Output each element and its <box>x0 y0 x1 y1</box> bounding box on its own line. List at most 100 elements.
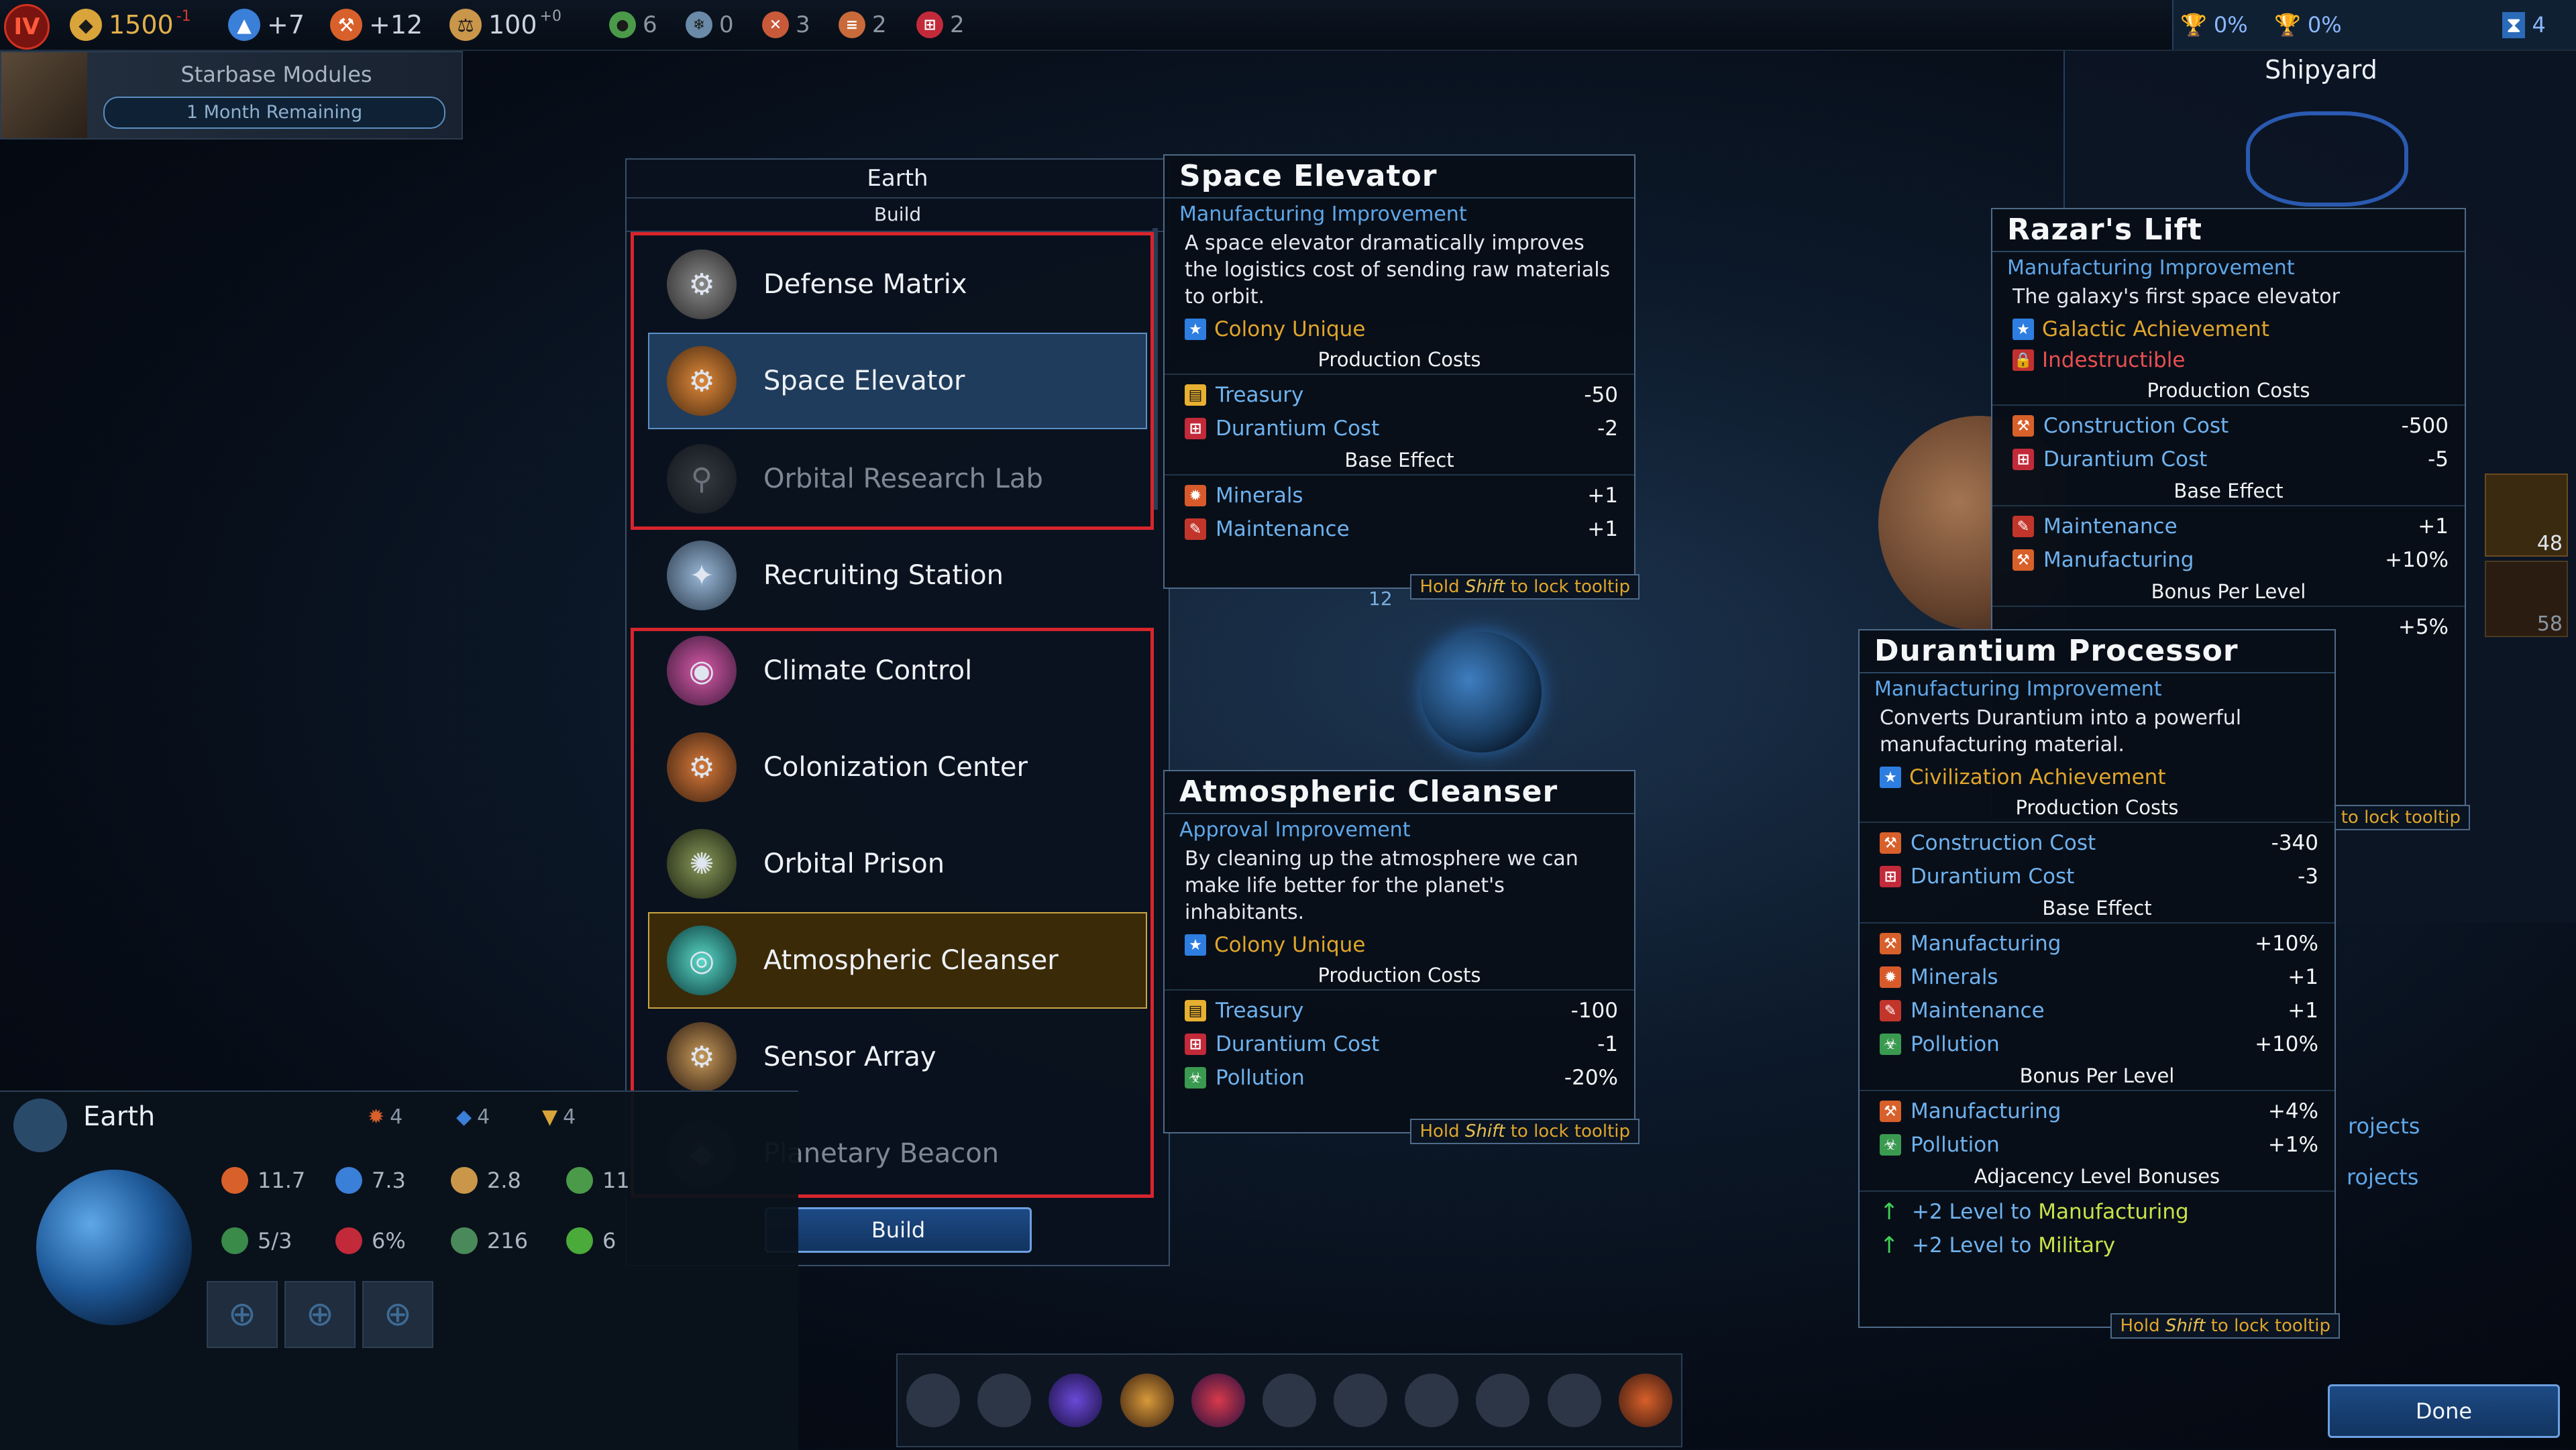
military-count: 3 <box>796 11 810 38</box>
build-tab[interactable]: Build <box>627 199 1169 232</box>
fleet-count-label[interactable]: 12 <box>1368 588 1393 610</box>
adjacency-target: Military <box>2038 1233 2116 1258</box>
ice-count: 0 <box>719 11 734 38</box>
stat-influence[interactable]: 2.8 <box>451 1167 521 1194</box>
stat-food[interactable]: 11 <box>566 1167 630 1194</box>
military-resource[interactable]: ✕ 3 <box>762 5 810 44</box>
badge-value: 4 <box>563 1105 576 1129</box>
stats-graph-icon[interactable] <box>1191 1374 1245 1427</box>
planet-slot-3[interactable]: ⊕ <box>362 1281 433 1348</box>
row-name: Maintenance <box>2043 514 2178 539</box>
planet-badge-2[interactable]: ◆ 4 <box>456 1105 490 1129</box>
build-button[interactable]: Build <box>765 1207 1032 1253</box>
food-count: 6 <box>643 11 657 38</box>
manufacturing-icon: ⚒ <box>1880 933 1901 954</box>
citizens-icon[interactable] <box>977 1374 1032 1427</box>
planet-badge-3[interactable]: ▼ 4 <box>542 1105 576 1129</box>
row-name: Minerals <box>1911 965 1998 989</box>
stat-science[interactable]: 7.3 <box>335 1167 406 1194</box>
shipyard-item-1-count: 48 <box>2536 532 2563 555</box>
trophy-gold-icon: 🏆 <box>2274 12 2301 38</box>
section-header: Production Costs <box>1165 348 1634 375</box>
section-header: Bonus Per Level <box>1860 1064 2334 1091</box>
turn-timer[interactable]: ⧗ 4 <box>2502 5 2546 44</box>
galaxy-icon[interactable] <box>1049 1374 1103 1427</box>
stat-production[interactable]: 11.7 <box>221 1167 305 1194</box>
diamond-icon: ◆ <box>456 1105 472 1129</box>
adjacency-target: Manufacturing <box>2038 1200 2189 1224</box>
row-value: -3 <box>2298 865 2318 889</box>
tooltip-lock-hint: Hold Shift to lock tooltip <box>1410 574 1640 600</box>
shipyard-item-2[interactable]: 58 <box>2485 561 2568 637</box>
approval-icon <box>566 1227 593 1254</box>
stat-defense[interactable]: 216 <box>451 1227 528 1254</box>
shipyard-item-1[interactable]: 48 <box>2485 473 2568 557</box>
section-header: Base Effect <box>1860 897 2334 924</box>
flag-icon[interactable] <box>1334 1374 1388 1427</box>
planet-slot-1[interactable]: ⊕ <box>207 1281 278 1348</box>
tooltip-tag: ★ Civilization Achievement <box>1880 765 2334 789</box>
research-icon: ▲ <box>228 9 260 41</box>
trophy-icon[interactable] <box>1262 1374 1316 1427</box>
tooltip-description: The galaxy's first space elevator <box>2012 285 2340 309</box>
credits-resource[interactable]: ◆ 1500 -1 <box>70 5 191 44</box>
diplomacy-scales-icon[interactable] <box>906 1374 961 1427</box>
research-resource[interactable]: ▲ +7 <box>228 5 305 44</box>
planet-badge-1[interactable]: ✹ 4 <box>368 1105 402 1129</box>
influence-resource[interactable]: ⚖ 100 +0 <box>449 5 561 44</box>
production-resource[interactable]: ⚒ +12 <box>330 5 423 44</box>
stat-approval[interactable]: 6 <box>566 1227 616 1254</box>
row-name: Minerals <box>1216 484 1303 508</box>
planet-globe[interactable] <box>36 1170 192 1325</box>
food-resource[interactable]: ● 6 <box>609 5 657 44</box>
stat-pollution[interactable]: 6% <box>335 1227 406 1254</box>
build-panel-planet: Earth <box>627 160 1169 199</box>
stack-resource[interactable]: ≡ 2 <box>839 5 887 44</box>
done-button[interactable]: Done <box>2328 1384 2560 1438</box>
production-value: +12 <box>369 10 423 40</box>
effect-row: ✹ Minerals +1 <box>1185 482 1618 509</box>
pillar-icon[interactable] <box>1405 1374 1459 1427</box>
gear-menu-icon[interactable] <box>1618 1374 1672 1427</box>
crown-icon[interactable] <box>1120 1374 1174 1427</box>
credits-value: 1500 <box>109 10 174 40</box>
stat-population[interactable]: 5/3 <box>221 1227 292 1254</box>
credits-icon: ◆ <box>70 9 102 41</box>
starbase-title: Starbase Modules <box>180 62 372 87</box>
projects-link[interactable]: rojects <box>2348 1113 2420 1139</box>
build-item-recruiting-station[interactable]: ✦ Recruiting Station <box>649 528 1148 622</box>
row-value: +5% <box>2398 615 2449 639</box>
ice-icon: ❄ <box>686 11 712 38</box>
starbase-status: 1 Month Remaining <box>103 97 445 129</box>
star-icon: ★ <box>1880 767 1901 788</box>
projects-tab[interactable]: rojects <box>2347 1164 2418 1190</box>
row-name: Pollution <box>1911 1133 2000 1157</box>
starbase-modules-panel[interactable]: Starbase Modules 1 Month Remaining <box>0 51 463 140</box>
recruiting-station-icon: ✦ <box>667 541 737 610</box>
row-value: +1 <box>2288 965 2318 989</box>
victory-progress-1[interactable]: 🏆 0% <box>2180 5 2248 44</box>
stat-value: 11 <box>602 1168 630 1193</box>
handshake-icon[interactable] <box>1547 1374 1601 1427</box>
victory-progress-bar: 🏆 0% 🏆 0% ⧗ 4 <box>2172 0 2576 50</box>
hint-pre: Hold <box>2120 1316 2165 1336</box>
row-name: Manufacturing <box>1911 1099 2061 1123</box>
earth-map-planet[interactable] <box>1421 632 1542 752</box>
government-icon[interactable] <box>1476 1374 1530 1427</box>
durantium-resource[interactable]: ⊞ 2 <box>916 5 965 44</box>
victory-progress-2[interactable]: 🏆 0% <box>2274 5 2342 44</box>
tooltip-tag: ★ Colony Unique <box>1185 317 1634 341</box>
hint-post: to lock tooltip <box>2205 1316 2330 1336</box>
planet-slot-2[interactable]: ⊕ <box>284 1281 356 1348</box>
hint-post: to lock tooltip <box>2341 807 2461 828</box>
ice-resource[interactable]: ❄ 0 <box>686 5 734 44</box>
maintenance-wrench-icon: ✎ <box>1880 1000 1901 1021</box>
victory-pct-1: 0% <box>2213 12 2248 38</box>
civilization-emblem-icon[interactable]: IV <box>4 4 50 50</box>
effect-row: ✹ Minerals +1 <box>1880 964 2318 991</box>
planet-name[interactable]: Earth <box>83 1101 155 1132</box>
tag-label: Galactic Achievement <box>2042 317 2269 341</box>
tooltip-lock-hint: Hold Shift to lock tooltip <box>2110 1313 2340 1339</box>
tooltip-tag-indestructible: 🔒 Indestructible <box>2012 348 2465 372</box>
treasury-icon: ▤ <box>1185 384 1206 406</box>
